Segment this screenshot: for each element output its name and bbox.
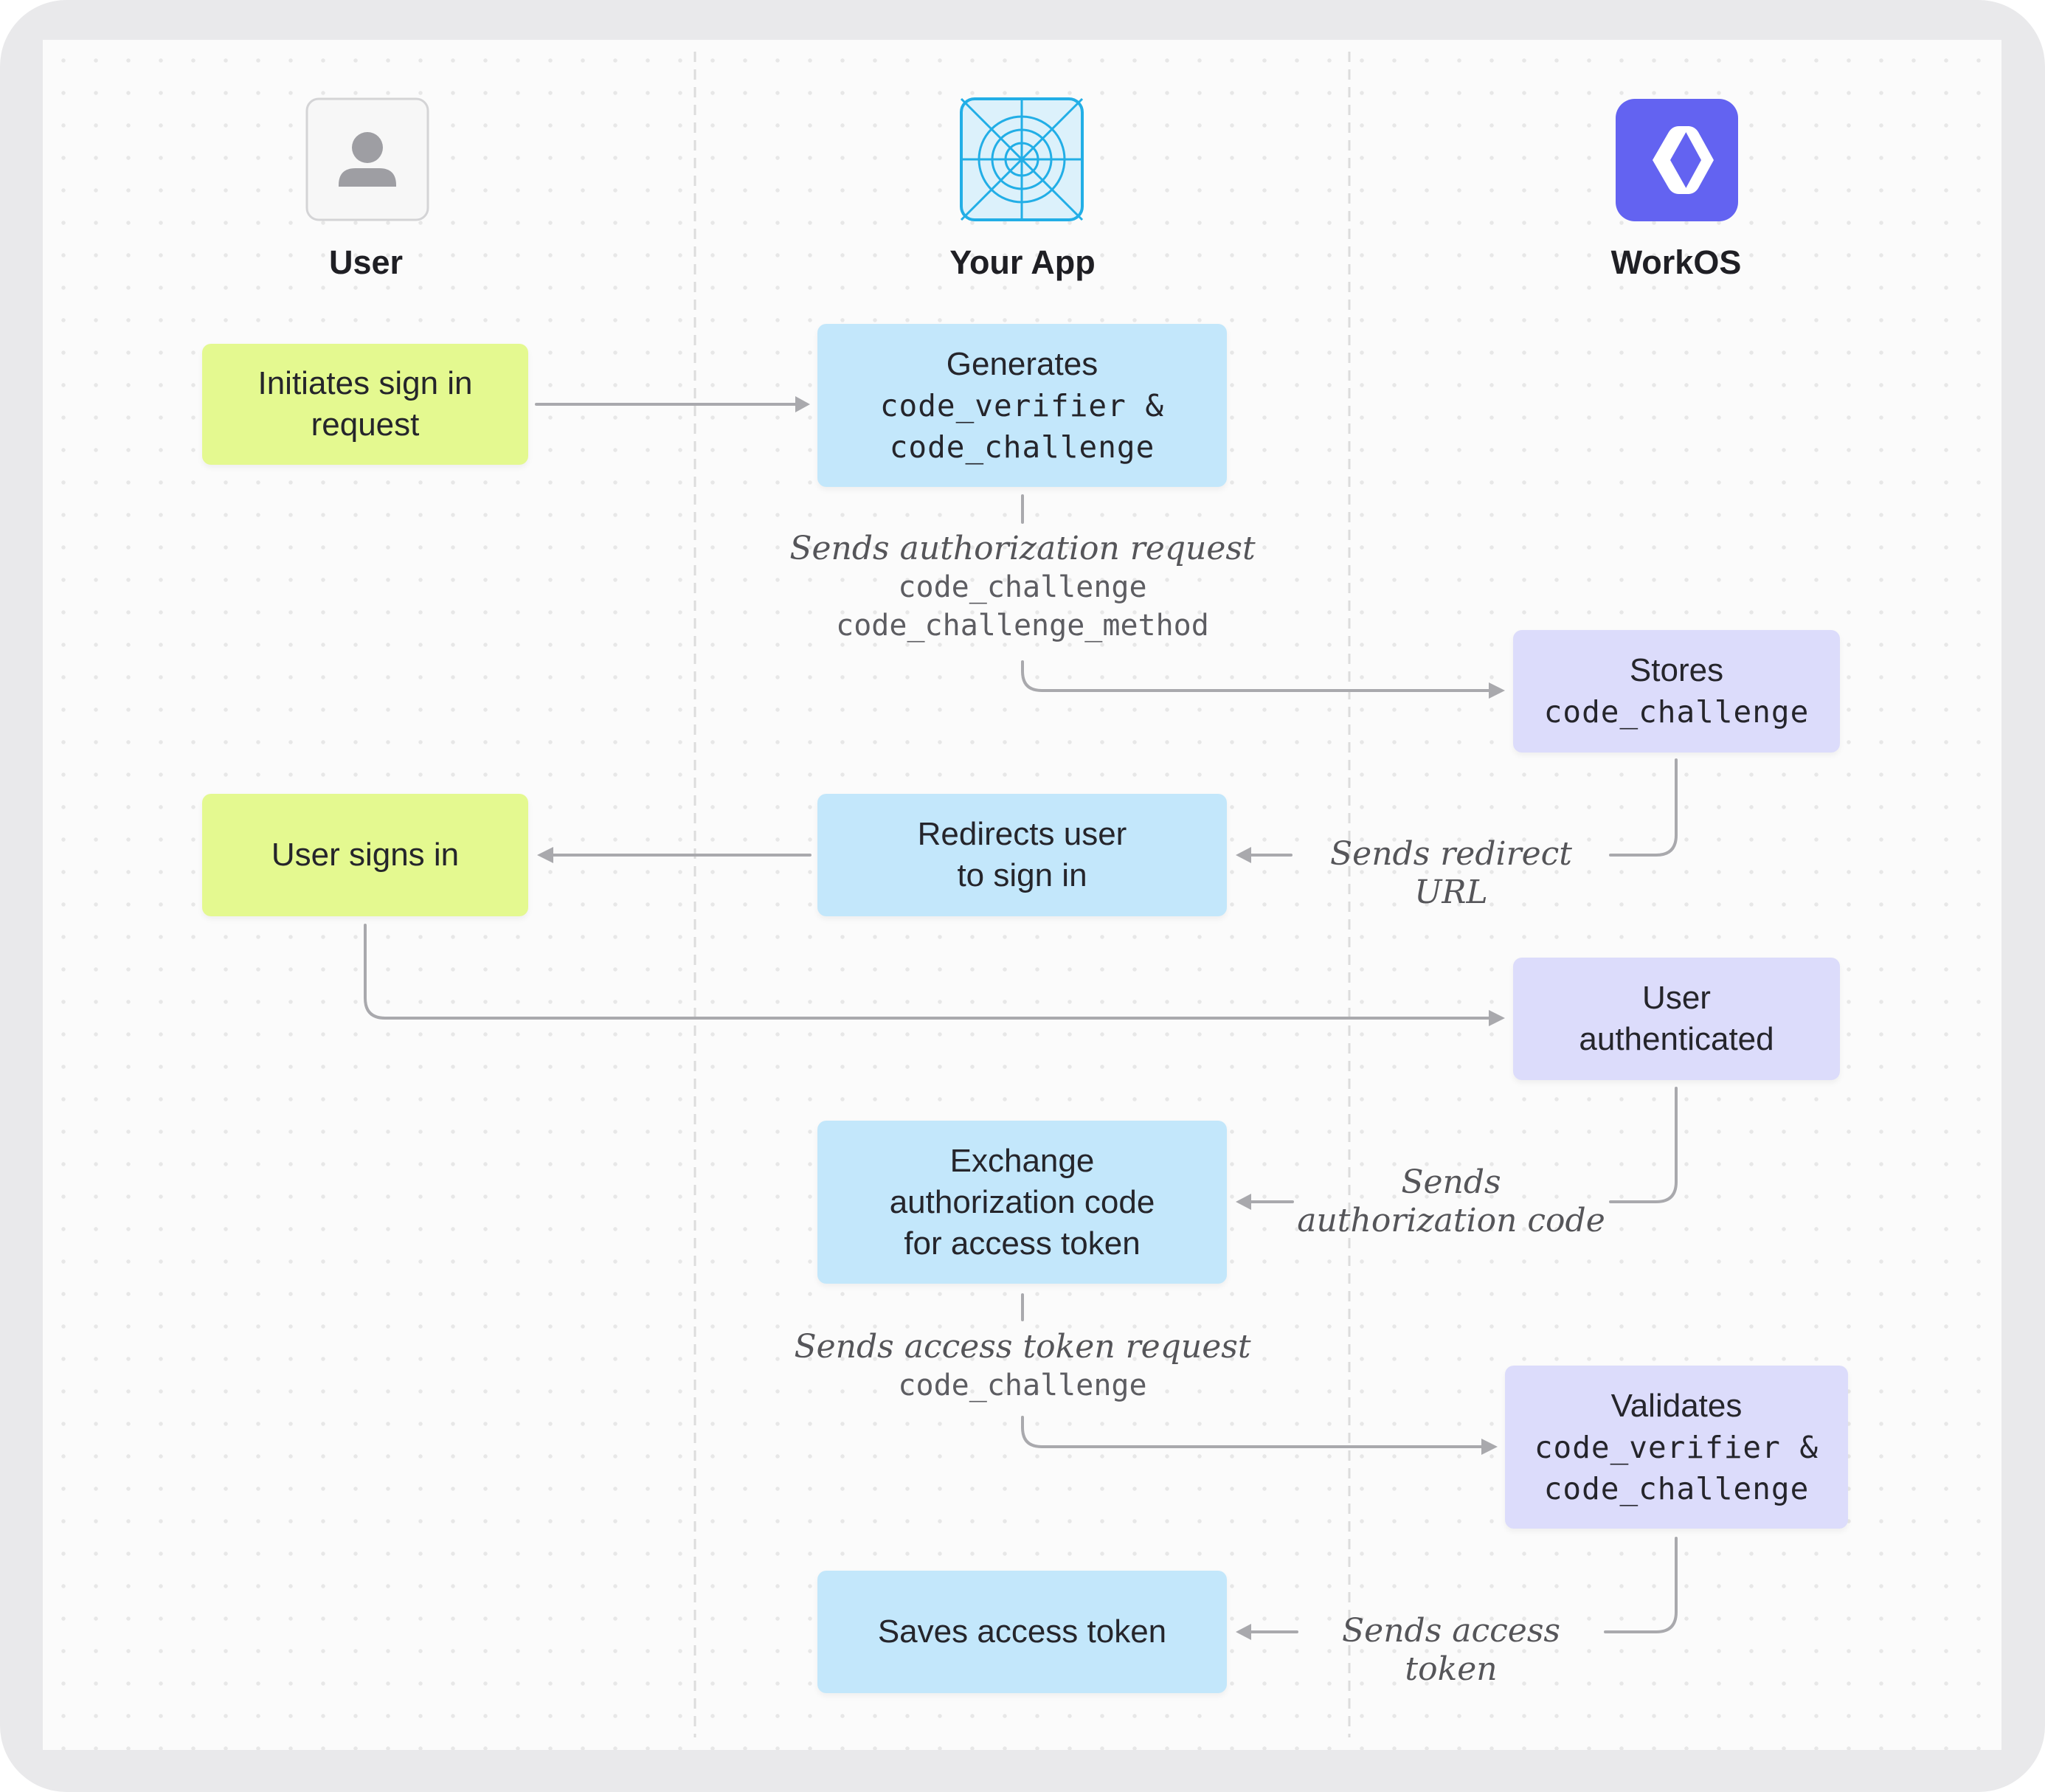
- column-title-workos: WorkOS: [1610, 243, 1742, 281]
- node-text: Exchange: [949, 1142, 1095, 1179]
- node-user-authenticated: User authenticated: [1513, 958, 1840, 1080]
- label-sends-authorization-request: Sends authorization request code_challen…: [764, 530, 1281, 645]
- label-sends-redirect-url: Sends redirect URL: [1293, 835, 1610, 912]
- arrowhead: [1236, 847, 1251, 863]
- user-avatar-icon: [305, 97, 429, 221]
- node-generates-code-verifier: Generates code_verifier & code_challenge: [817, 324, 1227, 487]
- arrowhead: [1236, 1624, 1251, 1640]
- connector-validates-to-token: [1604, 1537, 1678, 1633]
- node-text: Redirects user: [917, 816, 1127, 852]
- label-title: Sends access token: [1342, 1612, 1560, 1688]
- node-code-text: code_challenge: [1543, 1470, 1810, 1506]
- label-param: code_challenge: [898, 1369, 1147, 1402]
- node-text: Validates: [1610, 1387, 1743, 1424]
- node-exchange-authorization-code: Exchange authorization code for access t…: [817, 1121, 1227, 1284]
- label-sends-access-token: Sends access token: [1297, 1612, 1605, 1689]
- node-code-text: code_challenge: [1543, 694, 1810, 730]
- label-title: authorization code: [1297, 1202, 1605, 1239]
- node-code-text: code_verifier &: [1534, 1429, 1819, 1465]
- arrowhead: [1489, 1010, 1505, 1026]
- node-text: Generates: [946, 345, 1098, 382]
- column-title-user: User: [328, 243, 404, 281]
- node-code-text: code_challenge: [889, 429, 1155, 465]
- arrowhead: [1489, 682, 1505, 699]
- label-title: Sends authorization request: [789, 530, 1256, 567]
- column-title-app: Your App: [949, 243, 1096, 281]
- connector-authenticated-to-code: [1609, 1087, 1678, 1203]
- node-text: authenticated: [1579, 1021, 1774, 1057]
- node-text: Stores: [1629, 652, 1724, 688]
- node-text: Initiates sign in: [257, 365, 473, 401]
- node-code-text: code_verifier &: [879, 387, 1165, 423]
- label-param: code_challenge_method: [836, 609, 1209, 643]
- label-title: Sends access token request: [794, 1328, 1251, 1366]
- node-text: authorization code: [889, 1183, 1155, 1220]
- node-text: for access token: [904, 1225, 1141, 1262]
- node-validates-code-verifier: Validates code_verifier & code_challenge: [1505, 1366, 1848, 1529]
- label-sends-authorization-code: Sends authorization code: [1293, 1163, 1610, 1240]
- arrowhead: [1481, 1439, 1498, 1455]
- label-param: code_challenge: [898, 570, 1147, 604]
- node-redirects-user: Redirects user to sign in: [817, 794, 1227, 916]
- node-saves-access-token: Saves access token: [817, 1571, 1227, 1693]
- node-text: User: [1642, 980, 1711, 1016]
- node-stores-code-challenge: Stores code_challenge: [1513, 630, 1840, 753]
- node-text: Saves access token: [877, 1613, 1167, 1650]
- arrow-auth-request-to-stores: [1021, 660, 1490, 692]
- arrow-user-to-authenticated: [364, 924, 1490, 1020]
- arrowhead: [1236, 1194, 1251, 1210]
- arrow-token-request-to-validates: [1021, 1416, 1483, 1448]
- node-initiates-sign-in: Initiates sign in request: [202, 344, 528, 465]
- label-sends-access-token-request: Sends access token request code_challeng…: [764, 1328, 1281, 1405]
- node-text: request: [311, 407, 420, 443]
- app-wheel-icon: [960, 97, 1084, 221]
- workos-logo-icon: [1616, 99, 1738, 221]
- connector-stores-to-redirect: [1609, 758, 1678, 857]
- node-user-signs-in: User signs in: [202, 794, 528, 916]
- node-text: User signs in: [271, 837, 460, 873]
- label-title: Sends: [1401, 1163, 1501, 1201]
- node-text: to sign in: [957, 857, 1087, 893]
- arrowhead: [795, 396, 810, 412]
- label-title: Sends redirect URL: [1330, 835, 1572, 911]
- arrowhead: [537, 847, 553, 863]
